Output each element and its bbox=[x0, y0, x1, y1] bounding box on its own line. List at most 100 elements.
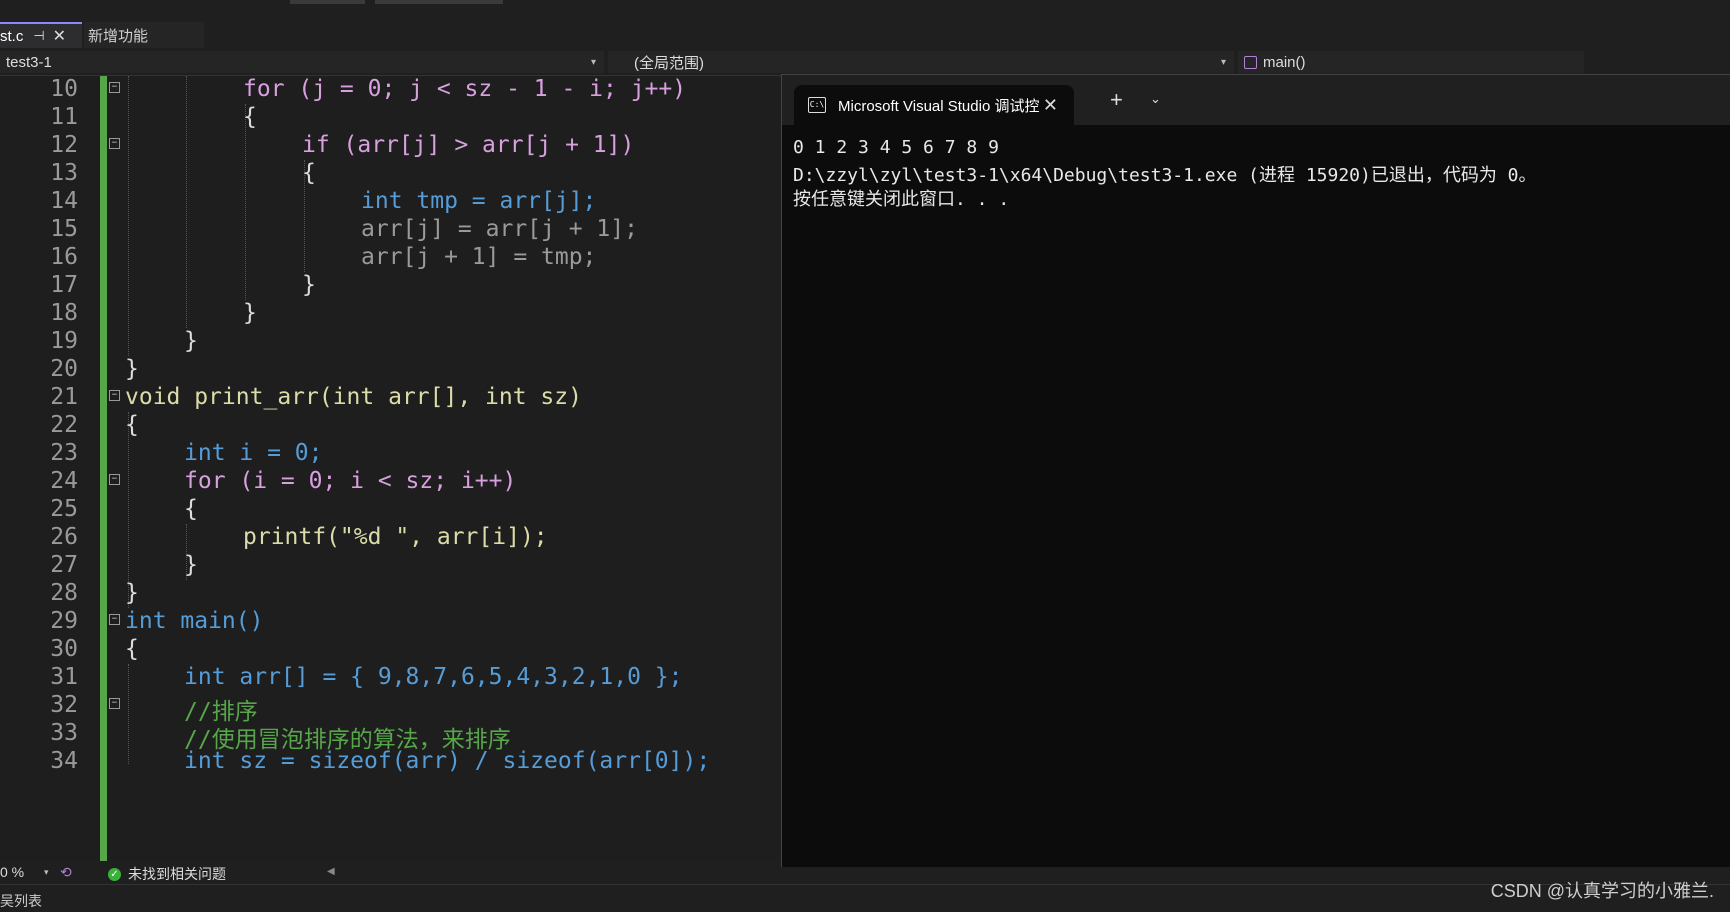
indent-guide bbox=[128, 412, 129, 608]
code-line[interactable]: { bbox=[243, 104, 257, 130]
scope-name: (全局范围) bbox=[634, 54, 704, 72]
code-line[interactable]: } bbox=[302, 272, 316, 298]
line-number: 13 bbox=[50, 160, 78, 186]
fold-toggle-icon[interactable]: − bbox=[109, 138, 120, 149]
console-output-line: 0 1 2 3 4 5 6 7 8 9 bbox=[793, 137, 999, 158]
code-editor[interactable]: 10 11 12 13 14 15 16 17 18 19 20 21 22 2… bbox=[0, 76, 781, 861]
line-number: 27 bbox=[50, 552, 78, 578]
line-number: 31 bbox=[50, 664, 78, 690]
line-number: 12 bbox=[50, 132, 78, 158]
code-line[interactable]: if (arr[j] > arr[j + 1]) bbox=[302, 132, 634, 158]
console-tab[interactable]: C:\ Microsoft Visual Studio 调试控 ✕ bbox=[794, 85, 1074, 125]
line-number: 18 bbox=[50, 300, 78, 326]
code-health-icon[interactable]: ⟲ bbox=[60, 864, 72, 881]
line-number: 20 bbox=[50, 356, 78, 382]
code-line[interactable]: for (j = 0; j < sz - 1 - i; j++) bbox=[243, 76, 686, 102]
tab-new-features[interactable]: 新增功能 bbox=[84, 22, 204, 48]
indent-guide bbox=[245, 104, 246, 300]
code-line[interactable]: int arr[] = { 9,8,7,6,5,4,3,2,1,0 }; bbox=[184, 664, 683, 690]
close-icon[interactable]: ✕ bbox=[1043, 95, 1058, 116]
pin-icon[interactable]: ⊣ bbox=[33, 28, 44, 44]
code-line[interactable]: } bbox=[243, 300, 257, 326]
fold-toggle-icon[interactable]: − bbox=[109, 390, 120, 401]
fold-toggle-icon[interactable]: − bbox=[109, 82, 120, 93]
indent-guide bbox=[128, 664, 129, 764]
fold-toggle-icon[interactable]: − bbox=[109, 614, 120, 625]
zoom-level[interactable]: 0 % bbox=[0, 864, 24, 880]
line-number: 21 bbox=[50, 384, 78, 410]
tab-file-active[interactable]: st.c ⊣ ✕ bbox=[0, 22, 82, 48]
code-line[interactable]: { bbox=[125, 636, 139, 662]
error-list-tab[interactable]: 吴列表 bbox=[0, 891, 42, 911]
tab-title: st.c bbox=[0, 27, 24, 45]
indent-guide bbox=[186, 76, 187, 328]
line-number: 14 bbox=[50, 188, 78, 214]
line-number: 32 bbox=[50, 692, 78, 718]
top-strip-segment bbox=[375, 0, 503, 4]
line-number: 33 bbox=[50, 720, 78, 746]
close-icon[interactable]: ✕ bbox=[53, 26, 66, 46]
line-number: 17 bbox=[50, 272, 78, 298]
code-line[interactable]: void print_arr(int arr[], int sz) bbox=[125, 384, 582, 410]
debug-console-window[interactable]: C:\ Microsoft Visual Studio 调试控 ✕ + ⌄ 0 … bbox=[781, 74, 1730, 867]
top-strip-segment bbox=[290, 0, 365, 4]
code-line[interactable]: int tmp = arr[j]; bbox=[361, 188, 596, 214]
line-number: 26 bbox=[50, 524, 78, 550]
console-tab-bar: C:\ Microsoft Visual Studio 调试控 ✕ + ⌄ bbox=[782, 75, 1730, 125]
check-circle-icon: ✓ bbox=[108, 867, 121, 881]
line-number: 34 bbox=[50, 748, 78, 774]
issues-indicator[interactable]: ✓ 未找到相关问题 bbox=[108, 864, 226, 884]
line-number: 19 bbox=[50, 328, 78, 354]
code-line[interactable]: int main() bbox=[125, 608, 263, 634]
scope-dropdown[interactable]: (全局范围) ▾ bbox=[608, 51, 1234, 73]
terminal-icon: C:\ bbox=[808, 97, 826, 113]
chevron-down-icon[interactable]: ▾ bbox=[44, 867, 49, 878]
line-number: 16 bbox=[50, 244, 78, 270]
line-number: 15 bbox=[50, 216, 78, 242]
line-number: 28 bbox=[50, 580, 78, 606]
issues-text: 未找到相关问题 bbox=[128, 866, 226, 882]
code-line[interactable]: int sz = sizeof(arr) / sizeof(arr[0]); bbox=[184, 748, 710, 774]
code-line[interactable]: { bbox=[125, 412, 139, 438]
line-number: 23 bbox=[50, 440, 78, 466]
indent-guide bbox=[128, 76, 129, 356]
scroll-left-arrow-icon[interactable]: ◀ bbox=[327, 866, 335, 877]
new-tab-plus-icon[interactable]: + bbox=[1110, 87, 1123, 113]
code-line[interactable]: { bbox=[302, 160, 316, 186]
line-number-gutter: 10 11 12 13 14 15 16 17 18 19 20 21 22 2… bbox=[0, 76, 100, 861]
code-line[interactable]: arr[j] = arr[j + 1]; bbox=[361, 216, 638, 242]
code-line[interactable]: printf("%d ", arr[i]); bbox=[243, 524, 548, 550]
fold-toggle-icon[interactable]: − bbox=[109, 474, 120, 485]
code-line[interactable]: } bbox=[125, 580, 139, 606]
line-number: 25 bbox=[50, 496, 78, 522]
console-output-line: 按任意键关闭此窗口. . . bbox=[793, 189, 1010, 210]
code-line[interactable]: } bbox=[184, 552, 198, 578]
change-indicator-bar bbox=[100, 76, 107, 861]
editor-tab-row: st.c ⊣ ✕ 新增功能 bbox=[0, 22, 1584, 48]
chevron-down-icon: ▾ bbox=[1220, 56, 1226, 68]
chevron-down-icon[interactable]: ⌄ bbox=[1150, 91, 1161, 107]
function-name: main() bbox=[1263, 53, 1306, 71]
code-line[interactable]: } bbox=[125, 356, 139, 382]
line-number: 30 bbox=[50, 636, 78, 662]
code-line[interactable]: int i = 0; bbox=[184, 440, 322, 466]
code-line[interactable]: for (i = 0; i < sz; i++) bbox=[184, 468, 516, 494]
watermark-text: CSDN @认真学习的小雅兰. bbox=[1490, 881, 1714, 901]
tab-title: 新增功能 bbox=[88, 27, 149, 45]
console-output-line: D:\zzyl\zyl\test3-1\x64\Debug\test3-1.ex… bbox=[793, 165, 1537, 186]
method-cube-icon bbox=[1244, 55, 1257, 69]
line-number: 29 bbox=[50, 608, 78, 634]
code-line[interactable]: { bbox=[184, 496, 198, 522]
line-number: 11 bbox=[50, 104, 78, 130]
bottom-panel-tabs: 吴列表 bbox=[0, 884, 1730, 912]
editor-status-bar: 0 % ▾ ⟲ ✓ 未找到相关问题 ◀ bbox=[0, 862, 781, 884]
top-strip bbox=[0, 0, 1730, 20]
fold-toggle-icon[interactable]: − bbox=[109, 698, 120, 709]
code-line[interactable]: arr[j + 1] = tmp; bbox=[361, 244, 596, 270]
code-line[interactable]: } bbox=[184, 328, 198, 354]
line-number: 24 bbox=[50, 468, 78, 494]
navigation-bar: test3-1 ▾ (全局范围) ▾ main() bbox=[0, 50, 1584, 76]
project-name: test3-1 bbox=[6, 53, 52, 71]
project-dropdown[interactable]: test3-1 ▾ bbox=[0, 51, 604, 73]
function-dropdown[interactable]: main() bbox=[1238, 51, 1584, 73]
